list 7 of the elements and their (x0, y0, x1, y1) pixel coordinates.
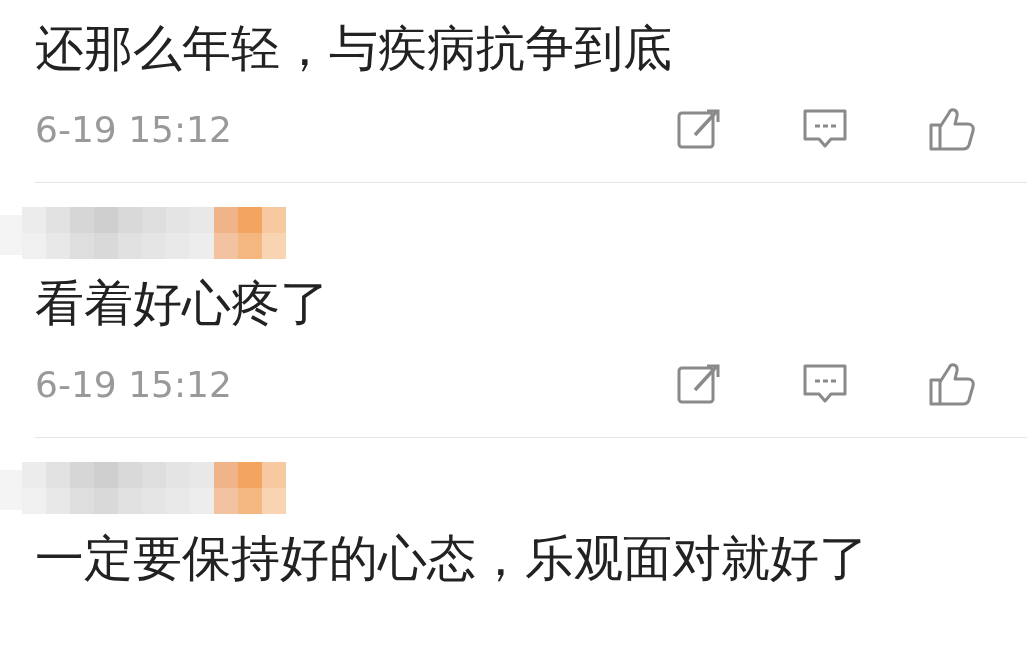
thumbs-up-icon[interactable] (927, 360, 975, 408)
comment-text: 一定要保持好的心态，乐观面对就好了 (35, 530, 869, 588)
comment-text: 还那么年轻，与疾病抗争到底 (35, 20, 673, 78)
comment-time: 6-19 15:12 (35, 363, 232, 405)
comment-text: 看着好心疼了 (35, 275, 330, 333)
thumbs-up-icon[interactable] (927, 105, 975, 153)
comment-time: 6-19 15:12 (35, 108, 232, 150)
